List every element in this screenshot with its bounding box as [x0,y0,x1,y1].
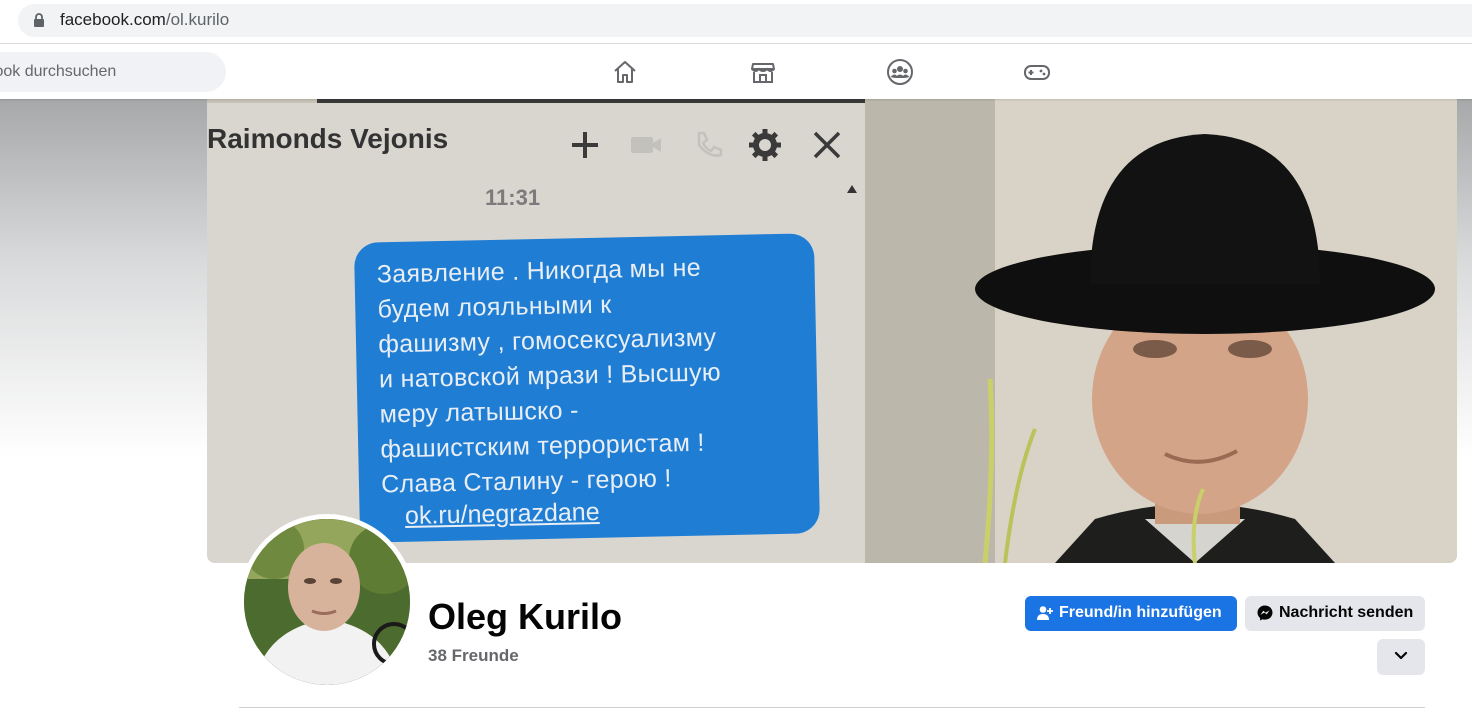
portrait-illustration [865,99,1457,563]
cover-photo[interactable]: Raimonds Vejonis 11:31 Заявление . Никог… [207,99,1457,563]
scroll-up-arrow-icon [847,185,857,193]
friend-count-link[interactable]: 38 Freunde [428,646,519,666]
video-icon [631,137,661,153]
profile-avatar[interactable] [244,519,410,685]
plus-icon [572,132,598,158]
chevron-down-icon [1394,651,1408,660]
add-person-icon [1037,606,1053,620]
url-domain: facebook.com [60,10,166,29]
send-message-button[interactable]: Nachricht senden [1245,596,1425,631]
chat-timestamp: 11:31 [485,185,541,210]
chat-message-text: Заявление . Никогда мы не будем лояльным… [376,253,722,499]
add-friend-button[interactable]: Freund/in hinzufügen [1025,596,1237,631]
phone-icon [697,131,723,157]
profile-section-divider [239,707,1425,708]
page-background-fade [0,99,207,459]
chat-contact-name: Raimonds Vejonis [207,123,449,154]
messenger-icon [1257,605,1273,621]
gaming-icon[interactable] [1023,58,1051,86]
add-friend-label: Freund/in hinzufügen [1059,604,1222,621]
facebook-top-nav: Facebook durchsuchen [0,44,1472,99]
more-options-button[interactable] [1377,639,1425,675]
page-background-fade-right [1457,99,1472,459]
lock-icon [34,13,44,27]
search-input[interactable]: Facebook durchsuchen [0,52,226,92]
chat-screenshot: Raimonds Vejonis 11:31 Заявление . Никог… [207,103,865,563]
send-message-label: Nachricht senden [1279,604,1414,621]
gear-icon [749,129,781,161]
marketplace-icon[interactable] [749,58,777,86]
close-icon [813,131,841,159]
chat-message-link: ok.ru/negrazdane [404,497,600,531]
profile-name: Oleg Kurilo [428,596,623,637]
groups-icon[interactable] [886,58,914,86]
search-placeholder: Facebook durchsuchen [0,63,117,80]
url-text[interactable]: facebook.com/ol.kurilo [60,10,229,30]
home-icon[interactable] [611,58,639,86]
address-bar[interactable] [18,4,1472,37]
cover-portrait-photo [865,99,1457,563]
url-path: /ol.kurilo [165,10,230,29]
browser-address-strip: facebook.com/ol.kurilo [0,0,1472,43]
avatar-photo [244,519,410,685]
